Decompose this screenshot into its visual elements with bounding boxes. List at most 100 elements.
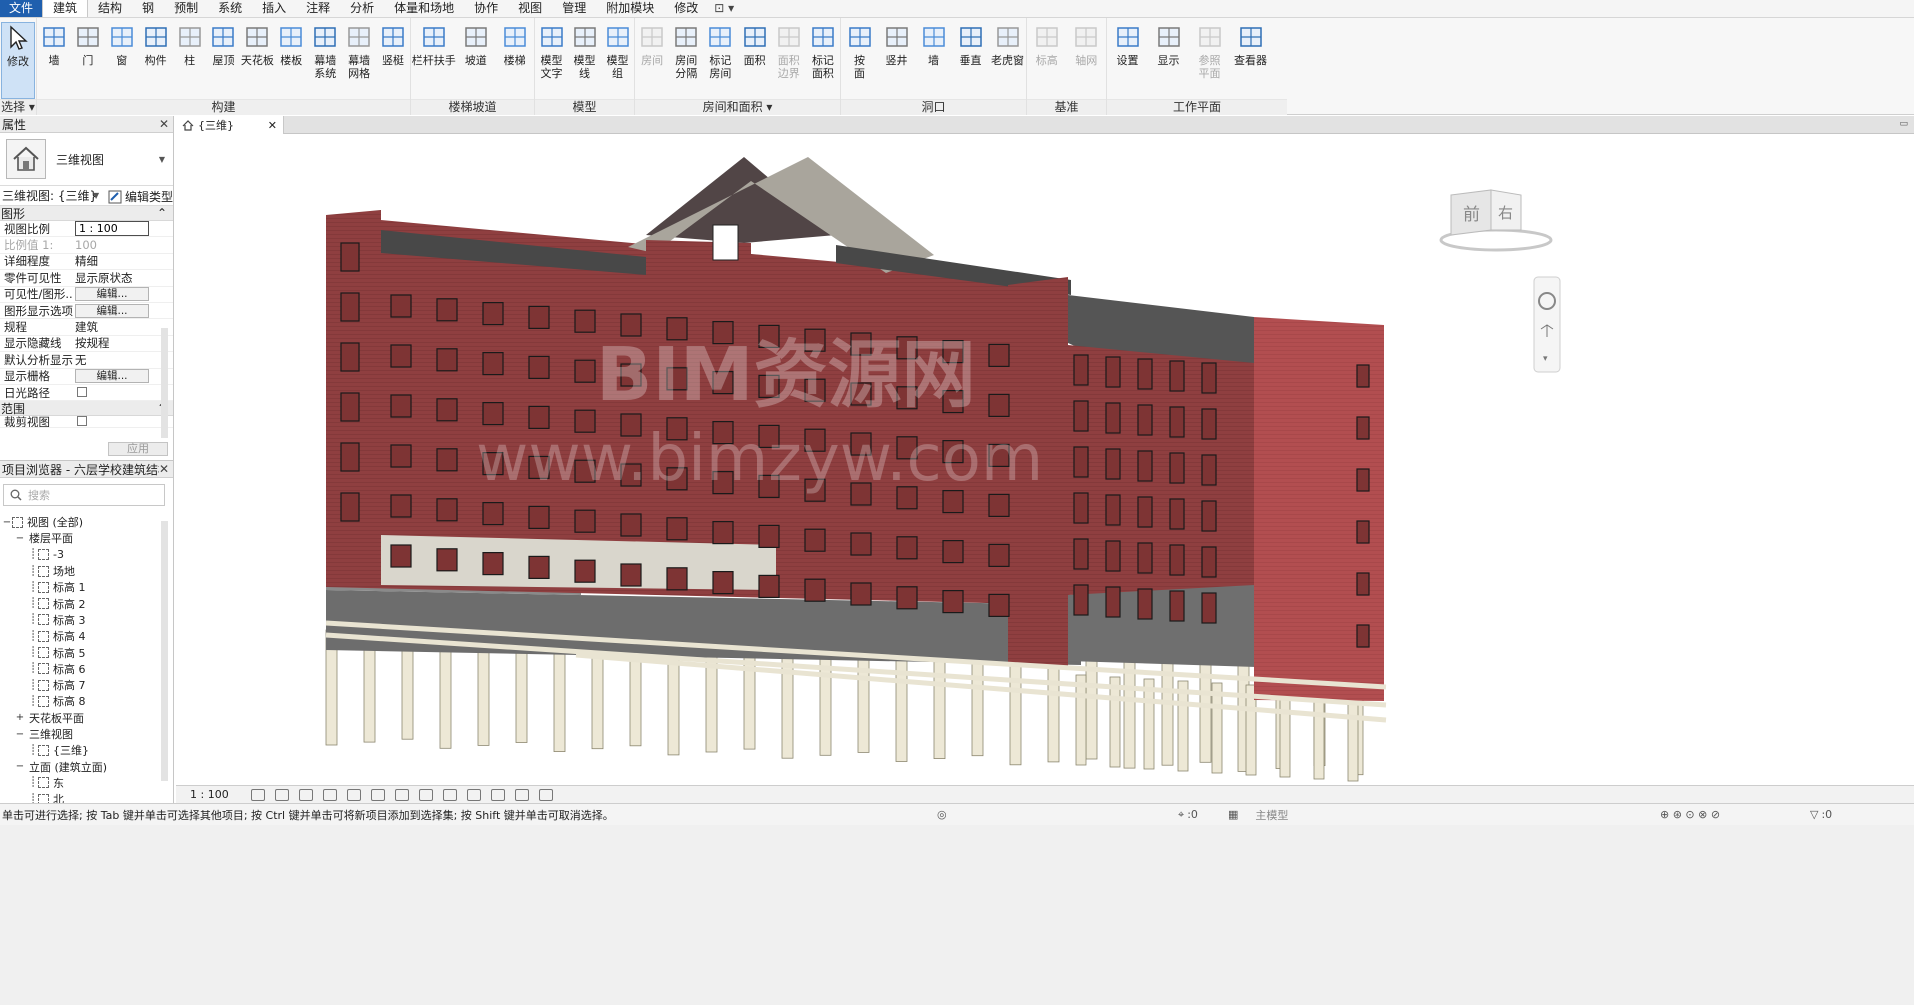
crop-view-icon[interactable] xyxy=(371,788,385,801)
tree-node[interactable]: ┊ {三维} xyxy=(0,742,173,758)
menu-tab-10[interactable]: 协作 xyxy=(464,0,508,17)
room-tool-3[interactable]: 面积 xyxy=(738,22,772,99)
menu-tab-4[interactable]: 预制 xyxy=(164,0,208,17)
tree-node[interactable]: − 楼层平面 xyxy=(0,530,173,546)
menu-tab-9[interactable]: 体量和场地 xyxy=(384,0,464,17)
model-tool-1[interactable]: 模型 线 xyxy=(568,22,601,99)
menu-tab-0[interactable]: 文件 xyxy=(0,0,43,17)
build-tool-6[interactable]: 天花板 xyxy=(240,22,274,99)
edit-type-button[interactable]: 编辑类型 xyxy=(108,188,173,205)
panel-label-select[interactable]: 选择 ▾ xyxy=(0,99,36,115)
edit-button-9[interactable]: 编辑... xyxy=(75,369,149,384)
tree-node[interactable]: ┊ 标高 5 xyxy=(0,644,173,660)
menu-tab-8[interactable]: 分析 xyxy=(340,0,384,17)
expand-toggle-icon[interactable]: − xyxy=(15,533,25,544)
expand-toggle-icon[interactable]: − xyxy=(15,729,25,740)
tree-node[interactable]: − 立面 (建筑立面) xyxy=(0,758,173,774)
browser-search-input[interactable]: 搜索 xyxy=(3,484,165,506)
menu-tab-7[interactable]: 注释 xyxy=(296,0,340,17)
selection-settings[interactable]: ⊕ ⊛ ⊙ ⊗ ⊘ xyxy=(1660,808,1720,821)
group-header-extents[interactable]: 范围⌃ xyxy=(0,401,173,417)
viewcube[interactable]: 前 右 xyxy=(1439,189,1553,252)
menu-tab-2[interactable]: 结构 xyxy=(88,0,132,17)
expand-toggle-icon[interactable]: − xyxy=(2,517,12,528)
stairs-tool-0[interactable]: 栏杆扶手 xyxy=(411,22,456,99)
constraints-icon[interactable] xyxy=(539,788,553,801)
build-tool-3[interactable]: 构件 xyxy=(139,22,173,99)
sun-path-icon[interactable] xyxy=(299,788,313,801)
build-tool-10[interactable]: 竖梃 xyxy=(376,22,410,99)
opening-tool-1[interactable]: 竖井 xyxy=(878,22,915,99)
room-tool-2[interactable]: 标记 房间 xyxy=(703,22,737,99)
build-tool-9[interactable]: 幕墙 网格 xyxy=(342,22,376,99)
tree-node[interactable]: ┊ 标高 6 xyxy=(0,661,173,677)
opening-tool-2[interactable]: 墙 xyxy=(915,22,952,99)
tree-node[interactable]: ┊ 标高 1 xyxy=(0,579,173,595)
crop-checkbox[interactable] xyxy=(77,416,87,426)
menu-tab-14[interactable]: 修改 xyxy=(664,0,708,17)
close-tab-icon[interactable]: ✕ xyxy=(268,119,277,132)
model-tool-2[interactable]: 模型 组 xyxy=(601,22,634,99)
apply-button[interactable]: 应用 xyxy=(108,442,168,456)
tree-node[interactable]: ┊ 标高 7 xyxy=(0,677,173,693)
analysis-display-icon[interactable] xyxy=(515,788,529,801)
expand-toggle-icon[interactable]: + xyxy=(15,712,25,723)
workplane-tool-0[interactable]: 设置 xyxy=(1107,22,1148,99)
stairs-tool-1[interactable]: 坡道 xyxy=(456,22,495,99)
view-scale[interactable]: 1 : 100 xyxy=(190,788,246,801)
menu-tab-6[interactable]: 插入 xyxy=(252,0,296,17)
viewport-3d[interactable]: BIM资源网 www.bimzyw.com 前 右 ▾ xyxy=(176,135,1914,785)
visual-style-icon[interactable] xyxy=(275,788,289,801)
view-instance-selector[interactable]: 三维视图: {三维} ▼ 编辑类型 xyxy=(0,186,173,206)
menu-tab-12[interactable]: 管理 xyxy=(552,0,596,17)
view-tab-3d[interactable]: {三维} ✕ xyxy=(176,116,284,134)
stairs-tool-2[interactable]: 楼梯 xyxy=(495,22,534,99)
room-tool-1[interactable]: 房间 分隔 xyxy=(669,22,703,99)
tree-node[interactable]: ┊ 标高 4 xyxy=(0,628,173,644)
tree-node[interactable]: ┊ 场地 xyxy=(0,563,173,579)
close-icon[interactable]: ✕ xyxy=(159,117,169,131)
build-tool-8[interactable]: 幕墙 系统 xyxy=(308,22,342,99)
tree-node[interactable]: ┊ 标高 3 xyxy=(0,612,173,628)
edit-button-5[interactable]: 编辑... xyxy=(75,303,149,318)
close-icon[interactable]: ✕ xyxy=(159,462,169,476)
show-crop-icon[interactable] xyxy=(395,788,409,801)
opening-tool-3[interactable]: 垂直 xyxy=(952,22,989,99)
tree-node[interactable]: − 视图 (全部) xyxy=(0,514,173,530)
filter-icon[interactable]: ▽:0 xyxy=(1810,808,1832,821)
tree-node[interactable]: ┊ -3 xyxy=(0,547,173,563)
detail-level-icon[interactable] xyxy=(251,788,265,801)
tree-node[interactable]: ┊ 标高 8 xyxy=(0,693,173,709)
edit-button-4[interactable]: 编辑... xyxy=(75,287,149,302)
quick-access-menu-icon[interactable]: ⊡ ▾ xyxy=(708,0,740,17)
view-scale-input[interactable] xyxy=(75,221,149,237)
restore-icon[interactable]: ▭ xyxy=(1899,119,1908,129)
room-tool-5[interactable]: 标记 面积 xyxy=(806,22,840,99)
temp-view-props-icon[interactable] xyxy=(491,788,505,801)
build-tool-7[interactable]: 楼板 xyxy=(274,22,308,99)
model-tool-0[interactable]: 模型 文字 xyxy=(535,22,568,99)
build-tool-4[interactable]: 柱 xyxy=(173,22,207,99)
properties-scrollbar[interactable] xyxy=(161,328,168,438)
menu-tab-1[interactable]: 建筑 xyxy=(42,0,89,17)
expand-toggle-icon[interactable]: − xyxy=(15,761,25,772)
modify-button[interactable]: 修改 xyxy=(1,22,35,99)
menu-tab-13[interactable]: 附加模块 xyxy=(596,0,664,17)
opening-tool-0[interactable]: 按 面 xyxy=(841,22,878,99)
build-tool-0[interactable]: 墙 xyxy=(37,22,71,99)
shadows-icon[interactable] xyxy=(323,788,337,801)
menu-tab-11[interactable]: 视图 xyxy=(508,0,552,17)
lock-view-icon[interactable] xyxy=(419,788,433,801)
menu-tab-5[interactable]: 系统 xyxy=(208,0,252,17)
group-header-graphics[interactable]: 图形 ⌃ xyxy=(0,206,173,221)
render-icon[interactable] xyxy=(347,788,361,801)
type-selector[interactable]: 三维视图 ▼ xyxy=(0,133,173,186)
browser-scrollbar[interactable] xyxy=(161,521,168,781)
tree-node[interactable]: + 天花板平面 xyxy=(0,710,173,726)
temp-hide-icon[interactable] xyxy=(443,788,457,801)
tree-node[interactable]: ┊ 东 xyxy=(0,775,173,791)
menu-tab-3[interactable]: 钢 xyxy=(132,0,164,17)
workset-icon[interactable]: ◎ xyxy=(937,808,947,821)
build-tool-2[interactable]: 窗 xyxy=(105,22,139,99)
sun-path-checkbox[interactable] xyxy=(77,386,87,397)
